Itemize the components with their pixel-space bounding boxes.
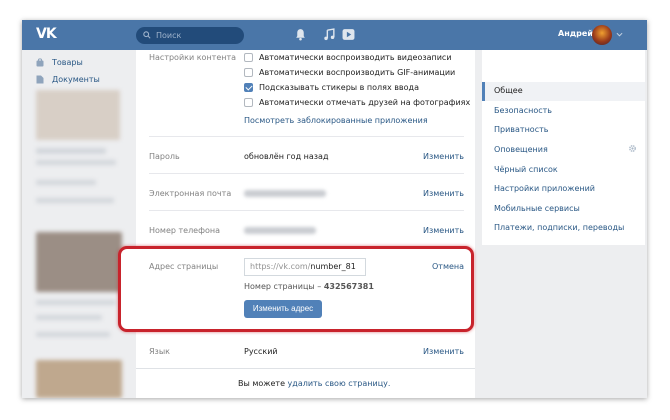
email-value-hidden xyxy=(244,190,326,197)
option-label: Подсказывать стикеры в полях ввода xyxy=(259,83,419,92)
option-label: Автоматически воспроизводить видеозаписи xyxy=(259,53,452,62)
option-autoplay-gif[interactable]: Автоматически воспроизводить GIF-анимаци… xyxy=(244,68,455,77)
language-value: Русский xyxy=(244,347,278,356)
checkbox[interactable] xyxy=(244,68,253,77)
menu-item-app-settings[interactable]: Настройки приложений xyxy=(494,184,595,193)
search-input[interactable]: Поиск xyxy=(136,27,244,44)
address-label: Адрес страницы xyxy=(149,262,219,271)
page-number-line: Номер страницы – 432567381 xyxy=(244,282,374,291)
blurred-ad-image xyxy=(36,232,122,292)
blurred-ad-image xyxy=(36,360,122,398)
blurred-ad-text xyxy=(36,198,114,203)
email-label: Электронная почта xyxy=(149,189,232,198)
left-nav: Товары Документы xyxy=(36,54,136,88)
bag-icon xyxy=(36,58,44,67)
play-icon[interactable] xyxy=(342,28,355,41)
address-value: number_81 xyxy=(310,262,356,271)
settings-menu: Общее Безопасность Приватность Оповещени… xyxy=(482,50,645,245)
menu-item-blacklist[interactable]: Чёрный список xyxy=(494,165,558,174)
divider xyxy=(149,136,464,137)
blurred-ad-text xyxy=(36,332,110,337)
top-bar: VK Поиск Андрей xyxy=(22,20,647,50)
footer-prefix: Вы можете xyxy=(238,379,285,388)
vk-logo[interactable]: VK xyxy=(36,26,57,42)
language-label: Язык xyxy=(149,347,170,356)
divider xyxy=(149,173,464,174)
blurred-ad-image xyxy=(36,90,120,140)
chevron-down-icon[interactable] xyxy=(616,31,623,38)
blurred-ad-text xyxy=(36,160,116,165)
page-number-label: Номер страницы – xyxy=(244,282,322,291)
menu-item-mobile-services[interactable]: Мобильные сервисы xyxy=(494,204,580,213)
menu-item-privacy[interactable]: Приватность xyxy=(494,125,548,134)
menu-item-notifications[interactable]: Оповещения xyxy=(494,145,548,154)
option-label: Автоматически отмечать друзей на фотогра… xyxy=(259,98,471,107)
avatar[interactable] xyxy=(592,25,612,45)
menu-active-indicator xyxy=(482,82,485,101)
password-change-link[interactable]: Изменить xyxy=(423,152,464,161)
checkbox[interactable] xyxy=(244,98,253,107)
nav-item-goods[interactable]: Товары xyxy=(36,54,136,71)
user-name[interactable]: Андрей xyxy=(558,29,593,38)
checkbox[interactable] xyxy=(244,53,253,62)
delete-page-text: Вы можете удалить свою страницу. xyxy=(238,379,390,388)
menu-item-general[interactable]: Общее xyxy=(494,86,523,95)
divider xyxy=(149,210,464,211)
nav-item-label: Документы xyxy=(52,75,100,84)
nav-item-documents[interactable]: Документы xyxy=(36,71,136,88)
blurred-ad-text xyxy=(36,315,102,320)
password-label: Пароль xyxy=(149,152,180,161)
divider xyxy=(136,368,475,369)
bell-icon[interactable] xyxy=(294,28,307,41)
phone-label: Номер телефона xyxy=(149,226,220,235)
menu-item-security[interactable]: Безопасность xyxy=(494,106,552,115)
gear-icon[interactable] xyxy=(628,144,637,153)
address-input[interactable]: https://vk.com/number_81 xyxy=(244,258,366,276)
search-icon xyxy=(143,31,151,39)
password-value: обновлён год назад xyxy=(244,152,329,161)
language-change-link[interactable]: Изменить xyxy=(423,347,464,356)
music-icon[interactable] xyxy=(323,28,336,41)
blurred-ad-text xyxy=(36,300,116,305)
blurred-ad-text xyxy=(36,180,96,185)
nav-item-label: Товары xyxy=(52,58,83,67)
address-cancel-link[interactable]: Отмена xyxy=(432,262,464,271)
content-settings-label: Настройки контента xyxy=(149,53,237,62)
email-change-link[interactable]: Изменить xyxy=(423,189,464,198)
change-address-button[interactable]: Изменить адрес xyxy=(244,300,322,318)
phone-change-link[interactable]: Изменить xyxy=(423,226,464,235)
option-autoplay-video[interactable]: Автоматически воспроизводить видеозаписи xyxy=(244,53,452,62)
document-icon xyxy=(36,75,44,84)
delete-page-link[interactable]: удалить свою страницу. xyxy=(288,379,391,388)
menu-item-payments[interactable]: Платежи, подписки, переводы xyxy=(494,223,624,232)
blocked-apps-link[interactable]: Посмотреть заблокированные приложения xyxy=(244,116,428,125)
page-number-value: 432567381 xyxy=(323,282,374,291)
address-prefix: https://vk.com/ xyxy=(250,262,311,271)
checkbox-checked[interactable] xyxy=(244,83,253,92)
option-tag-friends[interactable]: Автоматически отмечать друзей на фотогра… xyxy=(244,98,470,107)
phone-value-hidden xyxy=(244,227,316,234)
option-label: Автоматически воспроизводить GIF-анимаци… xyxy=(259,68,456,77)
blurred-ad-text xyxy=(36,148,106,154)
search-placeholder: Поиск xyxy=(156,31,182,40)
option-sticker-hints[interactable]: Подсказывать стикеры в полях ввода xyxy=(244,83,419,92)
